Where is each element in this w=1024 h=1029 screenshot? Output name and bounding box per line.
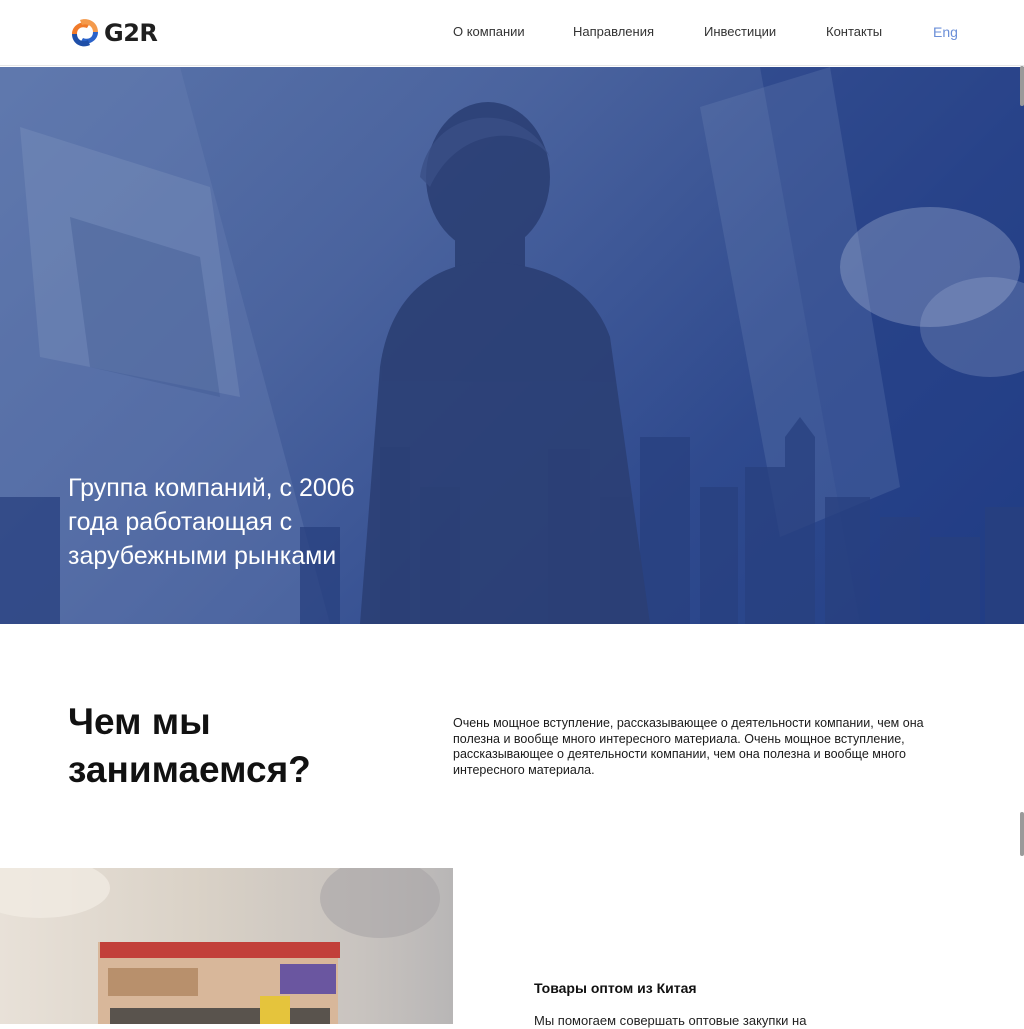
nav-item-investments[interactable]: Инвестиции <box>704 24 776 39</box>
scrollbar-thumb[interactable] <box>1020 66 1024 106</box>
g2r-logo-icon <box>72 19 98 47</box>
product-title: Товары оптом из Китая <box>534 980 697 996</box>
logo[interactable]: G2R <box>68 17 158 49</box>
hero-banner: Группа компаний, с 2006 года работающая … <box>0 67 1024 624</box>
language-switch[interactable]: Eng <box>933 24 958 40</box>
product-photo <box>0 868 440 1024</box>
product-description: Мы помогаем совершать оптовые закупки на <box>534 1013 807 1028</box>
nav-item-directions[interactable]: Направления <box>573 24 654 39</box>
logo-text: G2R <box>104 19 158 47</box>
scrollbar-thumb-secondary[interactable] <box>1020 812 1024 856</box>
site-header: G2R О компании Направления Инвестиции Ко… <box>0 0 1024 66</box>
hero-title: Группа компаний, с 2006 года работающая … <box>68 474 355 570</box>
nav-item-about[interactable]: О компании <box>453 24 525 39</box>
section-title: Чем мы занимаемся? <box>68 701 311 790</box>
nav-item-contacts[interactable]: Контакты <box>826 24 882 39</box>
section-description: Очень мощное вступление, рассказывающее … <box>453 716 924 777</box>
product-image <box>0 868 453 1024</box>
